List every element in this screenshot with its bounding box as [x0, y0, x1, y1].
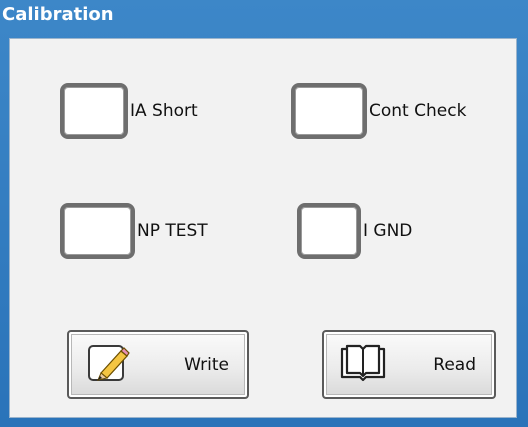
- ia-short-label: IA Short: [130, 101, 198, 121]
- ia-short-option[interactable]: IA Short: [60, 83, 198, 139]
- cont-check-label: Cont Check: [369, 101, 467, 121]
- read-label: Read: [433, 354, 476, 375]
- i-gnd-option[interactable]: I GND: [297, 203, 412, 259]
- calibration-window: Calibration IA Short Cont Check NP TEST …: [0, 0, 528, 427]
- cont-check-checkbox[interactable]: [291, 83, 367, 139]
- np-test-label: NP TEST: [137, 221, 208, 241]
- cont-check-option[interactable]: Cont Check: [291, 83, 466, 139]
- window-title: Calibration: [2, 4, 114, 25]
- ia-short-checkbox[interactable]: [60, 83, 128, 139]
- read-button[interactable]: Read: [322, 330, 496, 399]
- write-button[interactable]: Write: [67, 330, 249, 399]
- i-gnd-label: I GND: [363, 221, 413, 241]
- calibration-panel: IA Short Cont Check NP TEST I GND Write …: [9, 38, 517, 418]
- write-label: Write: [184, 354, 229, 375]
- np-test-option[interactable]: NP TEST: [60, 203, 208, 259]
- np-test-checkbox[interactable]: [60, 203, 135, 259]
- open-book-icon: [338, 343, 388, 387]
- i-gnd-checkbox[interactable]: [297, 203, 361, 259]
- write-pencil-icon: [87, 343, 131, 387]
